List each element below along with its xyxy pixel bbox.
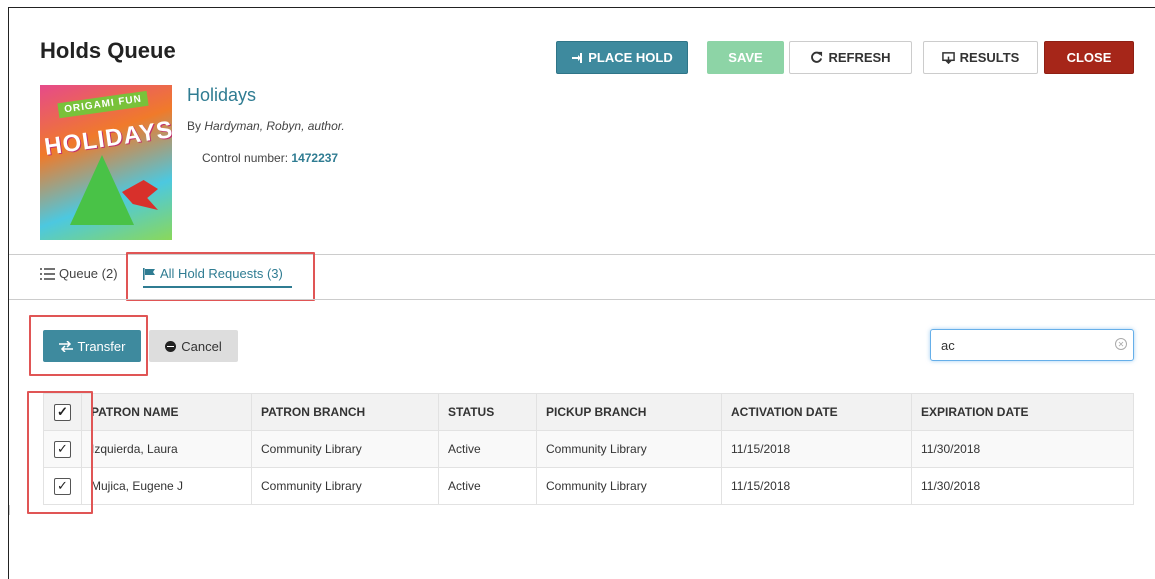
tab-queue-label: Queue (2) [59, 266, 118, 281]
cover-banner-text: ORIGAMI FUN [57, 90, 149, 119]
results-button[interactable]: RESULTS [923, 41, 1038, 74]
cell-status: Active [438, 430, 537, 468]
control-number: Control number: 1472237 [202, 151, 338, 165]
minus-circle-icon [165, 340, 177, 352]
cancel-label: Cancel [181, 338, 222, 354]
highlight-box-checkboxes [27, 391, 93, 514]
book-cover-image: ORIGAMI FUN HOLIDAYS [40, 85, 172, 240]
col-header-pickup-branch[interactable]: PICKUP BRANCH [536, 393, 722, 431]
tab-queue[interactable]: Queue (2) [40, 266, 118, 281]
table-header-row: ✓ PATRON NAME PATRON BRANCH STATUS PICKU… [43, 393, 1134, 431]
table-row[interactable]: ✓ Izquierda, Laura Community Library Act… [43, 430, 1134, 468]
refresh-icon [811, 51, 823, 63]
col-header-expiration-date[interactable]: EXPIRATION DATE [911, 393, 1134, 431]
table-row[interactable]: ✓ Mujica, Eugene J Community Library Act… [43, 467, 1134, 505]
cell-pickup-branch: Community Library [536, 430, 722, 468]
col-header-patron-name[interactable]: PATRON NAME [81, 393, 252, 431]
place-hold-button[interactable]: PLACE HOLD [556, 41, 688, 74]
clear-circle-icon[interactable]: ✕ [1115, 338, 1127, 350]
col-header-patron-branch[interactable]: PATRON BRANCH [251, 393, 439, 431]
cancel-button[interactable]: Cancel [149, 330, 238, 362]
holds-queue-panel: Holds Queue PLACE HOLD SAVE REFRESH RESU… [8, 7, 1155, 579]
highlight-box-tab [126, 252, 315, 301]
book-author: By Hardyman, Robyn, author. [187, 119, 345, 133]
highlight-box-transfer [29, 315, 148, 376]
book-title-link[interactable]: Holidays [187, 85, 256, 106]
table-scroll-edge [9, 505, 10, 515]
hold-requests-table: ✓ PATRON NAME PATRON BRANCH STATUS PICKU… [43, 393, 1134, 505]
col-header-activation-date[interactable]: ACTIVATION DATE [721, 393, 912, 431]
refresh-label: REFRESH [828, 50, 891, 65]
close-button[interactable]: CLOSE [1044, 41, 1134, 74]
page-title: Holds Queue [40, 38, 176, 63]
list-icon [40, 267, 55, 280]
author-name: Hardyman, Robyn, author. [204, 119, 345, 133]
cell-patron-branch: Community Library [251, 467, 439, 505]
cell-expiration-date: 11/30/2018 [911, 467, 1134, 505]
cell-pickup-branch: Community Library [536, 467, 722, 505]
cell-expiration-date: 11/30/2018 [911, 430, 1134, 468]
origami-tree-shape [70, 155, 134, 225]
search-input[interactable] [930, 329, 1134, 361]
cell-activation-date: 11/15/2018 [721, 430, 912, 468]
place-hold-label: PLACE HOLD [588, 50, 673, 65]
save-button[interactable]: SAVE [707, 41, 784, 74]
control-number-label: Control number: [202, 151, 289, 165]
results-label: RESULTS [959, 50, 1020, 65]
author-prefix: By [187, 119, 202, 133]
cell-activation-date: 11/15/2018 [721, 467, 912, 505]
cell-status: Active [438, 467, 537, 505]
cell-patron-branch: Community Library [251, 430, 439, 468]
results-icon [941, 52, 955, 64]
cell-patron-name: Izquierda, Laura [81, 430, 252, 468]
col-header-status[interactable]: STATUS [438, 393, 537, 431]
cell-patron-name: Mujica, Eugene J [81, 467, 252, 505]
tabs-divider [9, 299, 1155, 300]
sign-in-icon [572, 52, 583, 63]
control-number-value: 1472237 [291, 151, 339, 165]
refresh-button[interactable]: REFRESH [789, 41, 912, 74]
